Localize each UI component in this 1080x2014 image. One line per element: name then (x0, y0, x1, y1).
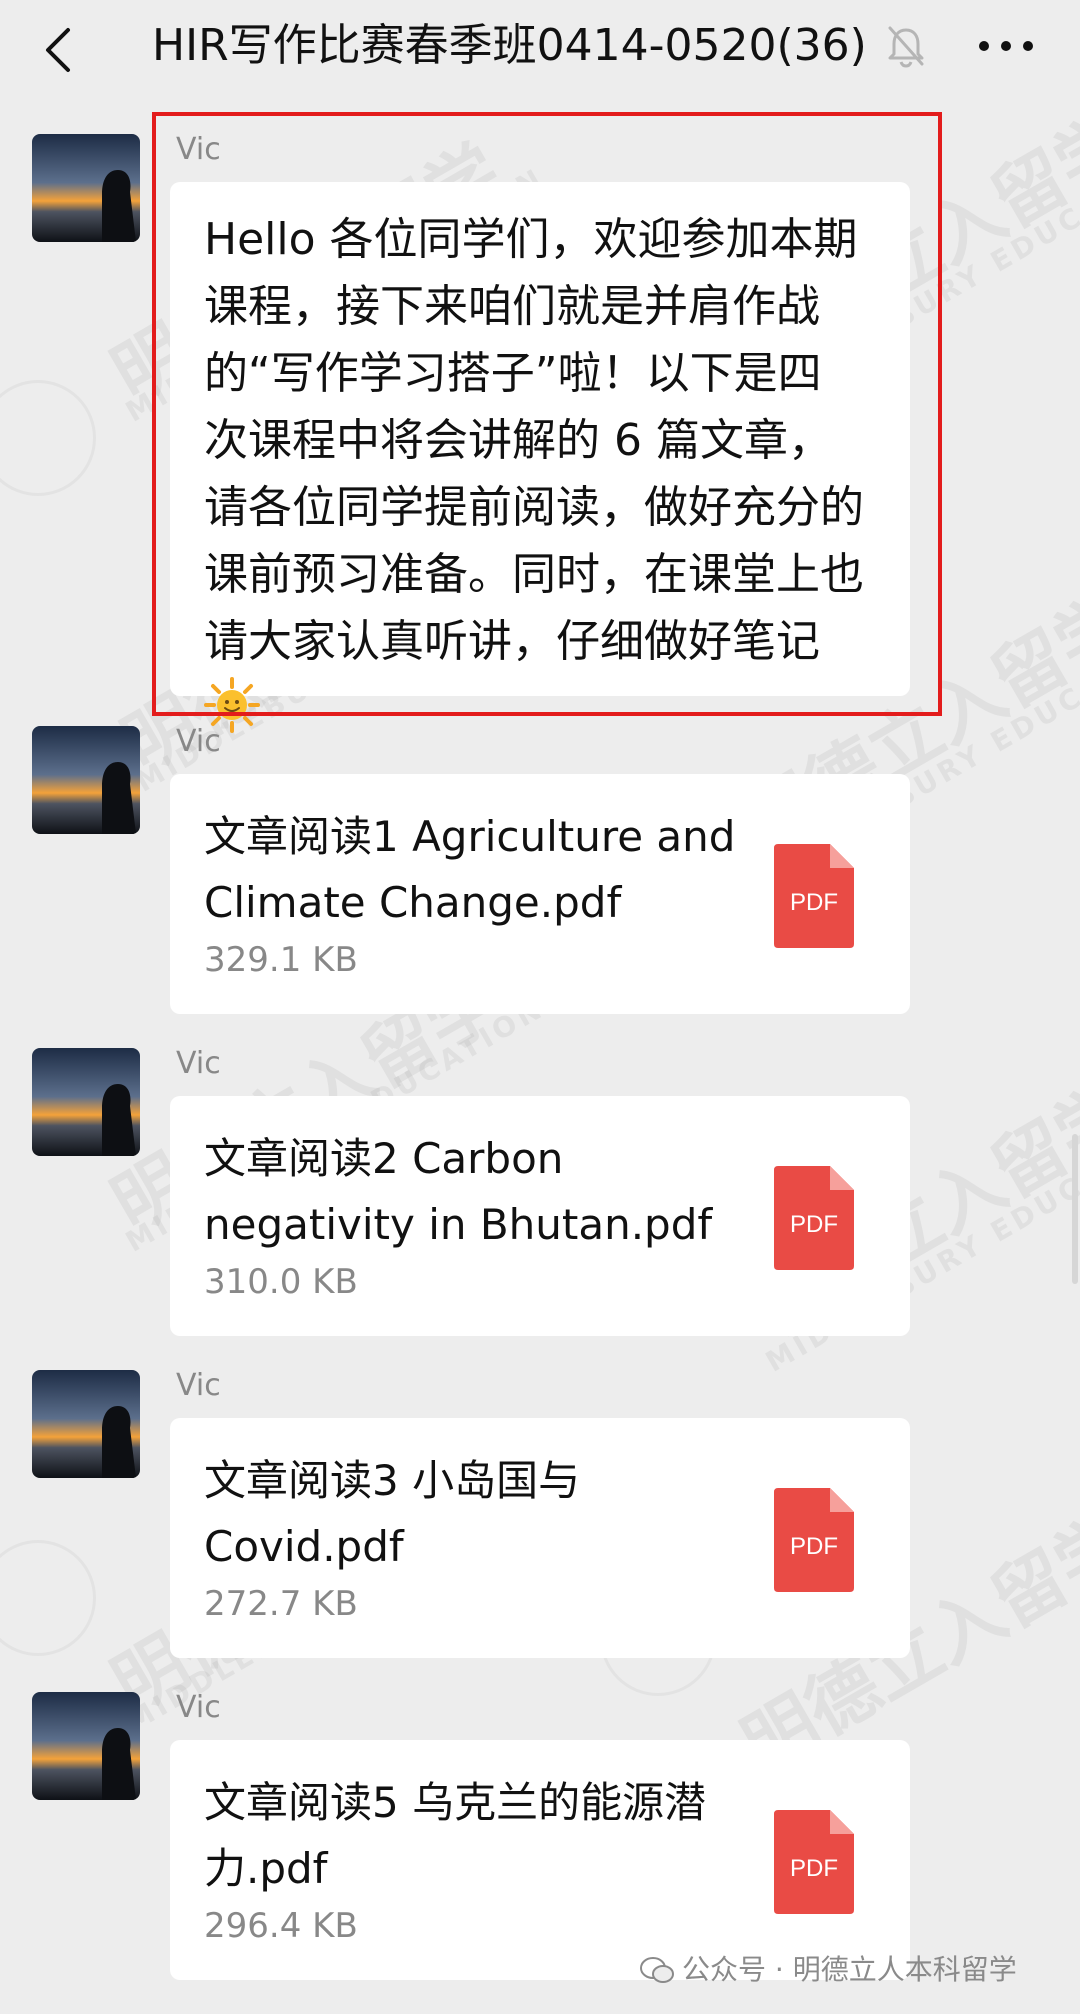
file-size: 310.0 KB (204, 1262, 358, 1302)
avatar[interactable] (32, 1048, 140, 1156)
official-account-text: 公众号 · 明德立人本科留学 (682, 1953, 1017, 1986)
pdf-file-icon: PDF (774, 1488, 854, 1592)
wechat-icon (640, 1957, 674, 1983)
svg-text:PDF: PDF (790, 1533, 838, 1560)
file-message-card[interactable]: 文章阅读3 小岛国与Covid.pdf 272.7 KB PDF (170, 1418, 910, 1658)
file-name: 文章阅读3 小岛国与Covid.pdf (204, 1456, 581, 1571)
pdf-file-icon: PDF (774, 844, 854, 948)
chat-title: HIR写作比赛春季班0414-0520(36) (152, 20, 867, 71)
message-text-content: Hello 各位同学们，欢迎参加本期课程，接下来咱们就是并肩作战的“写作学习搭子… (204, 214, 864, 667)
chat-message: Vic Hello 各位同学们，欢迎参加本期课程，接下来咱们就是并肩作战的“写作… (0, 130, 1080, 733)
file-size: 296.4 KB (204, 1906, 358, 1946)
sender-name: Vic (176, 1690, 221, 1725)
file-size: 272.7 KB (204, 1584, 358, 1624)
file-name: 文章阅读5 乌克兰的能源潜力.pdf (204, 1778, 707, 1893)
message-bubble[interactable]: Hello 各位同学们，欢迎参加本期课程，接下来咱们就是并肩作战的“写作学习搭子… (170, 182, 910, 733)
sender-name: Vic (176, 724, 221, 759)
message-text: Hello 各位同学们，欢迎参加本期课程，接下来咱们就是并肩作战的“写作学习搭子… (204, 206, 864, 742)
chevron-left-icon (46, 28, 70, 72)
file-size: 329.1 KB (204, 940, 358, 980)
file-message-card[interactable]: 文章阅读2 Carbon negativity in Bhutan.pdf 31… (170, 1096, 910, 1336)
file-name: 文章阅读1 Agriculture and Climate Change.pdf (204, 812, 736, 927)
file-name: 文章阅读2 Carbon negativity in Bhutan.pdf (204, 1134, 713, 1249)
more-button[interactable] (970, 20, 1042, 72)
chat-message: Vic 文章阅读3 小岛国与Covid.pdf 272.7 KB PDF (0, 1366, 1080, 1666)
more-horizontal-icon (979, 41, 1033, 51)
avatar[interactable] (32, 1370, 140, 1478)
svg-text:PDF: PDF (790, 1855, 838, 1882)
sender-name: Vic (176, 1046, 221, 1081)
sender-name: Vic (176, 132, 221, 167)
avatar[interactable] (32, 134, 140, 242)
official-account-tag: 公众号 · 明德立人本科留学 (640, 1950, 1017, 1990)
pdf-file-icon: PDF (774, 1810, 854, 1914)
chat-header: HIR写作比赛春季班0414-0520(36) (0, 0, 1080, 108)
sender-name: Vic (176, 1368, 221, 1403)
chat-message: Vic 文章阅读2 Carbon negativity in Bhutan.pd… (0, 1044, 1080, 1344)
chat-message: Vic 文章阅读1 Agriculture and Climate Change… (0, 722, 1080, 1022)
back-button[interactable] (34, 22, 90, 78)
svg-text:PDF: PDF (790, 1211, 838, 1238)
chat-message: Vic 文章阅读5 乌克兰的能源潜力.pdf 296.4 KB PDF (0, 1688, 1080, 1988)
svg-text:PDF: PDF (790, 889, 838, 916)
avatar[interactable] (32, 726, 140, 834)
pdf-file-icon: PDF (774, 1166, 854, 1270)
avatar[interactable] (32, 1692, 140, 1800)
file-message-card[interactable]: 文章阅读5 乌克兰的能源潜力.pdf 296.4 KB PDF (170, 1740, 910, 1980)
bell-muted-icon (886, 24, 926, 68)
scrollbar[interactable] (1072, 1134, 1078, 1284)
file-message-card[interactable]: 文章阅读1 Agriculture and Climate Change.pdf… (170, 774, 910, 1014)
